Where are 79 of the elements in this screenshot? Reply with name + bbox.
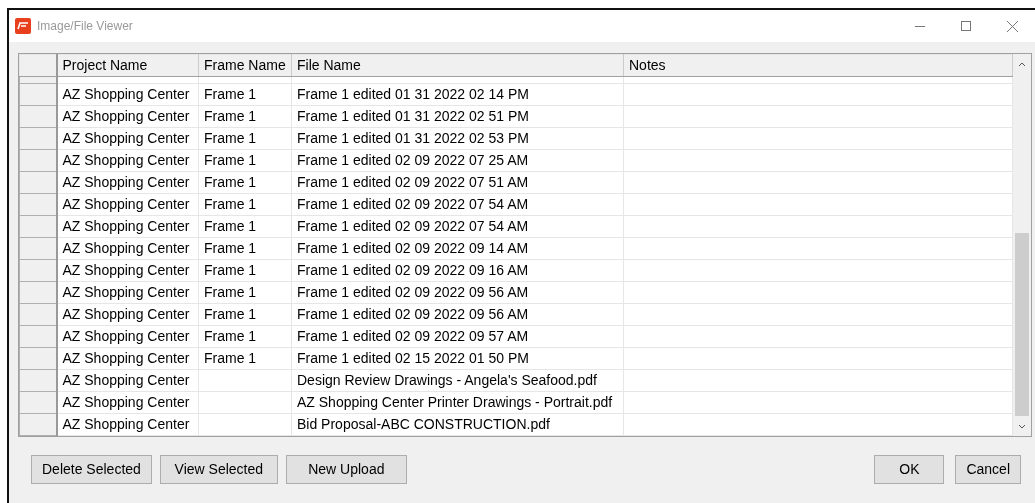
table-cell: Frame 1 <box>198 149 292 172</box>
row-header[interactable] <box>19 347 57 370</box>
table-cell: Frame 1 edited 01 31 2022 02 51 PM <box>291 105 624 128</box>
maximize-icon <box>961 21 971 31</box>
minimize-icon <box>915 25 925 27</box>
row-header[interactable] <box>19 237 57 260</box>
table-cell: Frame 1 edited 02 09 2022 09 14 AM <box>291 237 624 260</box>
row-header[interactable] <box>19 149 57 172</box>
scrollbar-thumb[interactable] <box>1015 233 1029 416</box>
row-header[interactable] <box>19 105 57 128</box>
row-header[interactable] <box>19 369 57 392</box>
table-cell: Frame 1 <box>198 281 292 304</box>
table-cell: Frame 1 edited 02 09 2022 09 56 AM <box>291 303 624 326</box>
table-cell: AZ Shopping Center <box>56 215 199 238</box>
table-cell: Frame 1 <box>198 127 292 150</box>
column-header[interactable]: Frame Name <box>198 54 292 77</box>
table-cell: AZ Shopping Center <box>56 369 199 392</box>
table-cell: Frame 1 <box>198 171 292 194</box>
row-header[interactable] <box>19 391 57 414</box>
column-header[interactable]: Project Name <box>56 54 199 77</box>
table-cell: AZ Shopping Center <box>56 171 199 194</box>
scrollbar[interactable] <box>1013 54 1031 436</box>
table-cell: Bid Proposal-ABC CONSTRUCTION.pdf <box>291 413 624 436</box>
table-cell: Frame 1 edited 02 09 2022 07 25 AM <box>291 149 624 172</box>
table-cell: AZ Shopping Center <box>56 193 199 216</box>
table-cell: AZ Shopping Center <box>56 237 199 260</box>
row-header[interactable] <box>19 171 57 194</box>
table-cell: Frame 1 <box>198 325 292 348</box>
dialog-button[interactable]: OK <box>874 455 945 484</box>
row-header[interactable] <box>19 215 57 238</box>
table-cell: Frame 1 <box>198 259 292 282</box>
dialog-button[interactable]: Delete Selected <box>31 455 152 484</box>
scroll-up-icon[interactable] <box>1018 61 1026 67</box>
table-cell: AZ Shopping Center <box>56 105 199 128</box>
row-header[interactable] <box>19 193 57 216</box>
table-cell: Frame 1 edited 02 15 2022 01 50 PM <box>291 347 624 370</box>
table-cell: Frame 1 <box>198 105 292 128</box>
table-cell: Frame 1 <box>198 83 292 106</box>
table-cell: AZ Shopping Center <box>56 347 199 370</box>
close-icon <box>1006 20 1018 32</box>
table-cell: Frame 1 edited 02 09 2022 09 56 AM <box>291 281 624 304</box>
table-cell: Frame 1 <box>198 193 292 216</box>
scroll-down-icon[interactable] <box>1018 423 1026 429</box>
row-header[interactable] <box>19 281 57 304</box>
table-cell: AZ Shopping Center <box>56 281 199 304</box>
table-cell: AZ Shopping Center <box>56 83 199 106</box>
table-cell: Frame 1 edited 01 31 2022 02 14 PM <box>291 83 624 106</box>
table-cell: Frame 1 edited 01 31 2022 02 53 PM <box>291 127 624 150</box>
dialog-button[interactable]: Cancel <box>955 455 1021 484</box>
row-header[interactable] <box>19 413 57 436</box>
table-cell: Frame 1 <box>198 347 292 370</box>
table-cell: AZ Shopping Center <box>56 149 199 172</box>
table-cell: AZ Shopping Center <box>56 413 199 436</box>
column-header[interactable]: File Name <box>291 54 624 77</box>
table-cell: AZ Shopping Center <box>56 127 199 150</box>
dialog-button[interactable]: View Selected <box>159 455 278 484</box>
table-cell: Frame 1 edited 02 09 2022 09 16 AM <box>291 259 624 282</box>
row-header[interactable] <box>19 83 57 106</box>
row-header[interactable] <box>19 127 57 150</box>
table-cell: Frame 1 edited 02 09 2022 07 51 AM <box>291 171 624 194</box>
table-cell: AZ Shopping Center <box>56 391 199 414</box>
table-cell: Frame 1 <box>198 303 292 326</box>
table-cell: Frame 1 <box>198 237 292 260</box>
table-cell: Design Review Drawings - Angela's Seafood.pdf <box>291 369 624 392</box>
table-cell: AZ Shopping Center Printer Drawings - Portrait.pdf <box>291 391 624 414</box>
app-logo-icon <box>15 18 31 34</box>
table-cell: AZ Shopping Center <box>56 325 199 348</box>
row-header[interactable] <box>19 259 57 282</box>
table-cell: AZ Shopping Center <box>56 303 199 326</box>
row-header[interactable] <box>19 325 57 348</box>
table-cell: Frame 1 edited 02 09 2022 07 54 AM <box>291 215 624 238</box>
table-cell: Frame 1 <box>198 215 292 238</box>
table-cell: Frame 1 edited 02 09 2022 07 54 AM <box>291 193 624 216</box>
dialog-button[interactable]: New Upload <box>285 455 407 484</box>
window-title: Image/File Viewer <box>37 18 133 35</box>
column-header[interactable]: Notes <box>623 54 1013 77</box>
row-header[interactable] <box>19 303 57 326</box>
table-cell: AZ Shopping Center <box>56 259 199 282</box>
table-cell: Frame 1 edited 02 09 2022 09 57 AM <box>291 325 624 348</box>
